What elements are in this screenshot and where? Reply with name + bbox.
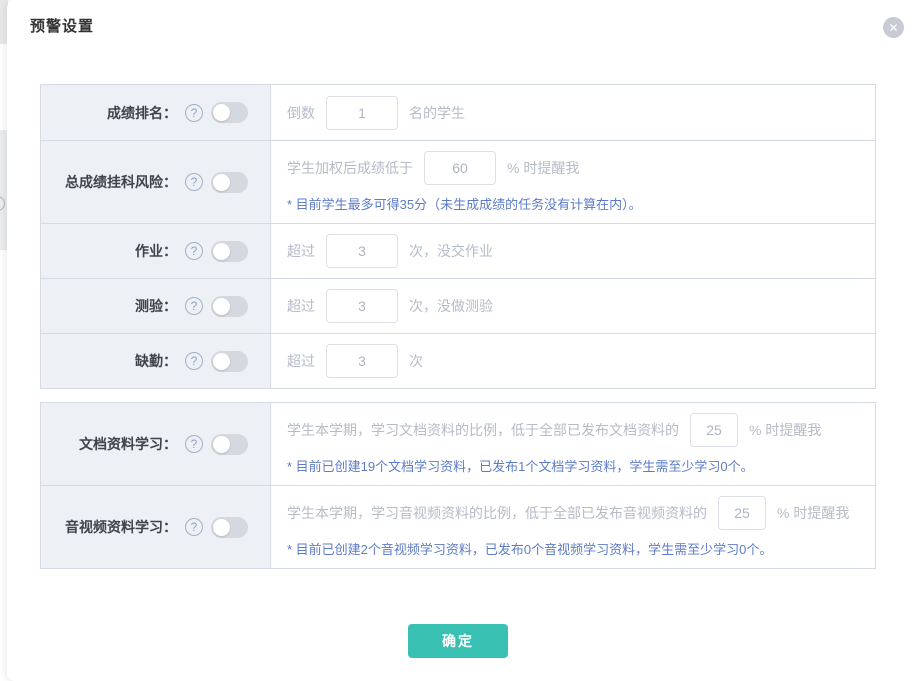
toggle-switch[interactable] xyxy=(211,296,248,317)
toggle-switch[interactable] xyxy=(211,241,248,262)
question-mark-icon[interactable]: ? xyxy=(185,242,203,260)
toggle-switch[interactable] xyxy=(211,351,248,372)
question-mark-icon[interactable]: ? xyxy=(185,352,203,370)
warning-settings-dialog: 预警设置 ✕ 成绩排名：? 倒数 名的学生总成绩挂科风险：? 学生加权后成绩低于 % 时… xyxy=(7,0,923,681)
rule-text-after: % 时提醒我 xyxy=(777,503,849,523)
rule-sentence: 超过 次，没交作业 xyxy=(287,234,865,268)
threshold-input[interactable] xyxy=(326,234,398,268)
rule-text-before: 倒数 xyxy=(287,103,315,123)
threshold-input[interactable] xyxy=(690,413,738,447)
rule-text-before: 超过 xyxy=(287,351,315,371)
rule-label-cell: 缺勤：? xyxy=(41,334,271,388)
rule-label-cell: 文档资料学习：? xyxy=(41,403,271,485)
confirm-button[interactable]: 确定 xyxy=(408,624,508,658)
rule-sentence: 学生本学期，学习音视频资料的比例，低于全部已发布音视频资料的 % 时提醒我 xyxy=(287,496,865,530)
rule-text-after: % 时提醒我 xyxy=(749,420,821,440)
toggle-switch[interactable] xyxy=(211,434,248,455)
rule-label: 作业： xyxy=(135,241,177,261)
rule-text-before: 学生加权后成绩低于 xyxy=(287,158,413,178)
threshold-input[interactable] xyxy=(326,96,398,130)
toggle-knob xyxy=(213,436,230,453)
dialog-footer: 确定 xyxy=(40,624,876,658)
threshold-input[interactable] xyxy=(718,496,766,530)
rule-label: 总成绩挂科风险： xyxy=(65,172,177,192)
rule-config-cell: 超过 次 xyxy=(271,334,875,388)
material-rules-table: 文档资料学习：? 学生本学期，学习文档资料的比例，低于全部已发布文档资料的 % 时提… xyxy=(40,402,876,569)
question-mark-icon[interactable]: ? xyxy=(185,297,203,315)
rule-label: 缺勤： xyxy=(135,351,177,371)
rule-label-cell: 成绩排名：? xyxy=(41,85,271,140)
rule-note: * 目前学生最多可得35分（未生成成绩的任务没有计算在内）。 xyxy=(287,194,865,213)
rule-row: 作业：? 超过 次，没交作业 xyxy=(41,223,875,278)
rule-text-after: 次，没交作业 xyxy=(409,241,493,261)
rule-label-cell: 作业：? xyxy=(41,224,271,278)
toggle-switch[interactable] xyxy=(211,172,248,193)
question-mark-icon[interactable]: ? xyxy=(185,518,203,536)
rule-config-cell: 学生本学期，学习音视频资料的比例，低于全部已发布音视频资料的 % 时提醒我 * 目前… xyxy=(271,486,875,568)
toggle-knob xyxy=(213,174,230,191)
rule-row: 成绩排名：? 倒数 名的学生 xyxy=(41,85,875,140)
rule-sentence: 学生加权后成绩低于 % 时提醒我 xyxy=(287,151,865,185)
threshold-input[interactable] xyxy=(326,289,398,323)
rule-row: 音视频资料学习：? 学生本学期，学习音视频资料的比例，低于全部已发布音视频资料的%… xyxy=(41,485,875,568)
rule-label-cell: 音视频资料学习：? xyxy=(41,486,271,568)
rule-note: * 目前已创建19个文档学习资料，已发布1个文档学习资料，学生需至少学习0个。 xyxy=(287,456,865,475)
rule-note: * 目前已创建2个音视频学习资料，已发布0个音视频学习资料，学生需至少学习0个。 xyxy=(287,539,865,558)
rule-config-cell: 学生加权后成绩低于 % 时提醒我 * 目前学生最多可得35分（未生成成绩的任务没有计… xyxy=(271,141,875,223)
question-mark-icon[interactable]: ? xyxy=(185,104,203,122)
rule-label: 文档资料学习： xyxy=(79,434,177,454)
rules-area: 成绩排名：? 倒数 名的学生总成绩挂科风险：? 学生加权后成绩低于 % 时提醒我 * 目前… xyxy=(40,84,876,569)
rule-text-before: 学生本学期，学习音视频资料的比例，低于全部已发布音视频资料的 xyxy=(287,503,707,523)
rule-sentence: 倒数 名的学生 xyxy=(287,96,865,130)
rule-sentence: 超过 次 xyxy=(287,344,865,378)
rule-text-after: 次，没做测验 xyxy=(409,296,493,316)
toggle-knob xyxy=(213,353,230,370)
toggle-switch[interactable] xyxy=(211,102,248,123)
rule-config-cell: 倒数 名的学生 xyxy=(271,85,875,140)
dialog-header: 预警设置 ✕ xyxy=(7,0,923,60)
toggle-knob xyxy=(213,519,230,536)
rule-row: 测验：? 超过 次，没做测验 xyxy=(41,278,875,333)
rule-text-after: 次 xyxy=(409,351,423,371)
rule-text-after: % 时提醒我 xyxy=(507,158,579,178)
rule-sentence: 超过 次，没做测验 xyxy=(287,289,865,323)
rule-config-cell: 超过 次，没做测验 xyxy=(271,279,875,333)
rule-row: 文档资料学习：? 学生本学期，学习文档资料的比例，低于全部已发布文档资料的 % 时提… xyxy=(41,403,875,485)
threshold-input[interactable] xyxy=(326,344,398,378)
rule-text-before: 超过 xyxy=(287,241,315,261)
rule-row: 缺勤：? 超过 次 xyxy=(41,333,875,388)
question-mark-icon[interactable]: ? xyxy=(185,435,203,453)
rule-config-cell: 超过 次，没交作业 xyxy=(271,224,875,278)
rule-text-before: 学生本学期，学习文档资料的比例，低于全部已发布文档资料的 xyxy=(287,420,679,440)
toggle-switch[interactable] xyxy=(211,517,248,538)
toggle-knob xyxy=(213,104,230,121)
close-icon: ✕ xyxy=(888,21,898,35)
rule-label: 音视频资料学习： xyxy=(65,517,177,537)
rule-label: 测验： xyxy=(135,296,177,316)
rule-sentence: 学生本学期，学习文档资料的比例，低于全部已发布文档资料的 % 时提醒我 xyxy=(287,413,865,447)
score-rules-table: 成绩排名：? 倒数 名的学生总成绩挂科风险：? 学生加权后成绩低于 % 时提醒我 * 目前… xyxy=(40,84,876,389)
threshold-input[interactable] xyxy=(424,151,496,185)
rule-row: 总成绩挂科风险：? 学生加权后成绩低于 % 时提醒我 * 目前学生最多可得35分（未生… xyxy=(41,140,875,223)
rule-text-before: 超过 xyxy=(287,296,315,316)
rule-label: 成绩排名： xyxy=(107,103,177,123)
toggle-knob xyxy=(213,243,230,260)
rule-text-after: 名的学生 xyxy=(409,103,465,123)
rule-config-cell: 学生本学期，学习文档资料的比例，低于全部已发布文档资料的 % 时提醒我 * 目前已创… xyxy=(271,403,875,485)
toggle-knob xyxy=(213,298,230,315)
close-button[interactable]: ✕ xyxy=(883,17,904,38)
question-mark-icon[interactable]: ? xyxy=(185,173,203,191)
dialog-title: 预警设置 xyxy=(30,15,900,36)
rule-label-cell: 总成绩挂科风险：? xyxy=(41,141,271,223)
rule-label-cell: 测验：? xyxy=(41,279,271,333)
